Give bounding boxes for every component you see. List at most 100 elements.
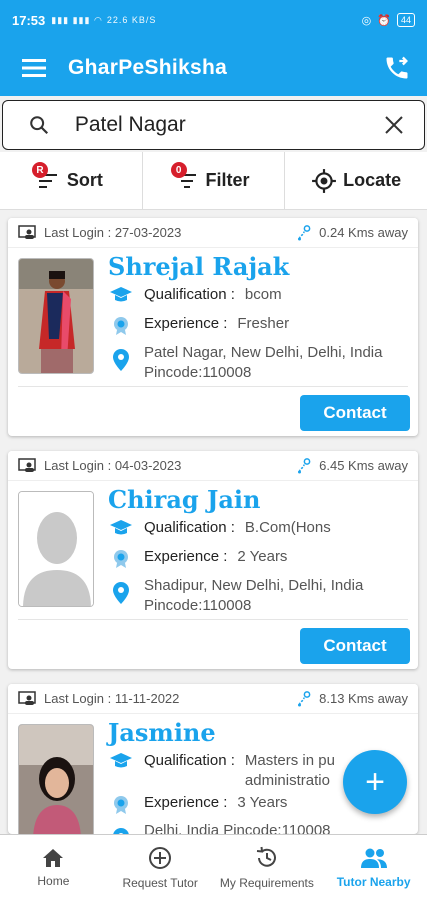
last-login: Last Login : 04-03-2023 (44, 458, 182, 473)
qualification-key: Qualification : (144, 286, 235, 303)
graduation-cap-icon (108, 286, 134, 304)
location-pin-icon (108, 343, 134, 371)
contact-button[interactable]: Contact (300, 628, 410, 664)
status-bar: 17:53 ▮▮▮ ▮▮▮ ◠ 22.6 KB/S ◎ ⏰ 44 (0, 0, 427, 40)
experience-value: 2 Years (237, 548, 288, 565)
search-input[interactable] (74, 113, 365, 137)
qualification-value: bcom (244, 286, 282, 303)
monitor-user-icon (18, 224, 36, 239)
experience-value: Fresher (237, 315, 290, 332)
nav-tutor-nearby[interactable]: Tutor Nearby (320, 835, 427, 900)
experience-key: Experience : (144, 794, 228, 811)
locate-label: Locate (343, 170, 402, 190)
nav-request-tutor-label: Request Tutor (122, 875, 198, 890)
experience-row: Experience : 3 Years (108, 794, 287, 814)
qualification-key: Qualification : (144, 752, 235, 769)
history-icon (256, 846, 276, 867)
award-icon (108, 315, 134, 335)
distance-icon (298, 457, 311, 473)
filter-toolbar: R Sort 0 Filter Locate (0, 152, 427, 210)
tutor-photo-placeholder[interactable] (18, 491, 94, 607)
tutor-card[interactable]: Last Login : 04-03-2023 6.45 Kms away Ch… (8, 451, 418, 669)
tutor-card[interactable]: Last Login : 27-03-2023 0.24 Kms away Sh… (8, 218, 418, 436)
distance: 8.13 Kms away (319, 691, 408, 706)
award-icon (108, 794, 134, 814)
distance: 0.24 Kms away (319, 225, 408, 240)
experience-value: 3 Years (237, 794, 288, 811)
tutor-photo[interactable] (18, 724, 94, 834)
qualification-row: Qualification : Masters in pu administrat… (108, 752, 335, 791)
filter-badge: 0 (170, 162, 187, 178)
filter-label: Filter (205, 170, 250, 190)
distance-icon (298, 690, 311, 706)
people-icon (360, 848, 387, 868)
divider (18, 619, 408, 620)
filter-button[interactable]: 0 Filter (143, 152, 286, 209)
add-circle-icon (149, 846, 172, 869)
signal-icon: ▮▮▮ ▮▮▮ ◠ (51, 14, 103, 25)
qualification-row: Qualification : bcom (108, 286, 282, 304)
pincode: Pincode:110008 (144, 597, 252, 614)
tutor-name[interactable]: Chirag Jain (108, 485, 260, 514)
distance: 6.45 Kms away (319, 458, 408, 473)
network-speed: 22.6 KB/S (106, 15, 157, 25)
sort-button[interactable]: R Sort (0, 152, 143, 209)
experience-row: Experience : 2 Years (108, 548, 287, 568)
card-header: Last Login : 04-03-2023 6.45 Kms away (8, 451, 418, 481)
app-bar: GharPeShiksha (0, 40, 427, 96)
qualification-key: Qualification : (144, 519, 235, 536)
menu-button[interactable] (0, 40, 68, 96)
last-login: Last Login : 11-11-2022 (44, 691, 180, 706)
nav-my-requirements[interactable]: My Requirements (214, 835, 321, 900)
qualification-value: B.Com(Hons (244, 519, 331, 536)
last-login: Last Login : 27-03-2023 (44, 225, 182, 240)
locate-icon (312, 168, 337, 193)
call-button[interactable] (367, 40, 427, 96)
sort-label: Sort (66, 170, 103, 190)
battery-icon: 44 (396, 13, 415, 27)
alarm-icon: ⏰ (377, 14, 391, 27)
divider (18, 386, 408, 387)
nav-home[interactable]: Home (0, 835, 107, 900)
graduation-cap-icon (108, 752, 134, 770)
tutor-name[interactable]: Jasmine (108, 718, 216, 747)
bottom-navigation: Home Request Tutor My Requirements Tutor… (0, 834, 427, 900)
experience-key: Experience : (144, 548, 228, 565)
clear-icon[interactable] (364, 115, 424, 135)
nav-home-label: Home (37, 873, 70, 888)
search-bar (2, 100, 425, 150)
nav-tutor-nearby-label: Tutor Nearby (336, 874, 411, 889)
qualification-row: Qualification : B.Com(Hons (108, 519, 331, 537)
tutor-photo[interactable] (18, 258, 94, 374)
address-line: Patel Nagar, New Delhi, Delhi, India (144, 344, 383, 361)
hamburger-icon (22, 59, 46, 77)
pincode: Pincode:110008 (144, 364, 252, 381)
address-row: Shadipur, New Delhi, Delhi, India Pincode… (108, 576, 363, 616)
status-time: 17:53 (12, 12, 46, 28)
address-line: Shadipur, New Delhi, Delhi, India (144, 577, 364, 594)
graduation-cap-icon (108, 519, 134, 537)
qualification-value-cont: administratio (244, 772, 330, 789)
card-header: Last Login : 11-11-2022 8.13 Kms away (8, 684, 418, 714)
search-icon[interactable] (3, 114, 75, 136)
home-icon (43, 848, 64, 867)
tutor-name[interactable]: Shrejal Rajak (108, 252, 289, 281)
address-row: Patel Nagar, New Delhi, Delhi, India Pinc… (108, 343, 382, 383)
sort-badge: R (32, 162, 48, 178)
experience-row: Experience : Fresher (108, 315, 289, 335)
address-row: Delhi, India Pincode:110008 (108, 822, 331, 834)
distance-icon (298, 224, 311, 240)
card-header: Last Login : 27-03-2023 0.24 Kms away (8, 218, 418, 248)
award-icon (108, 548, 134, 568)
experience-key: Experience : (144, 315, 228, 332)
add-fab-button[interactable]: + (343, 750, 407, 814)
phone-forward-icon (386, 56, 408, 79)
location-pin-icon (108, 822, 134, 834)
contact-button[interactable]: Contact (300, 395, 410, 431)
nav-request-tutor[interactable]: Request Tutor (107, 835, 214, 900)
monitor-user-icon (18, 690, 36, 705)
nfc-icon: ◎ (361, 14, 372, 27)
location-pin-icon (108, 576, 134, 604)
locate-button[interactable]: Locate (285, 152, 427, 209)
address-line: Delhi, India Pincode:110008 (144, 822, 331, 834)
